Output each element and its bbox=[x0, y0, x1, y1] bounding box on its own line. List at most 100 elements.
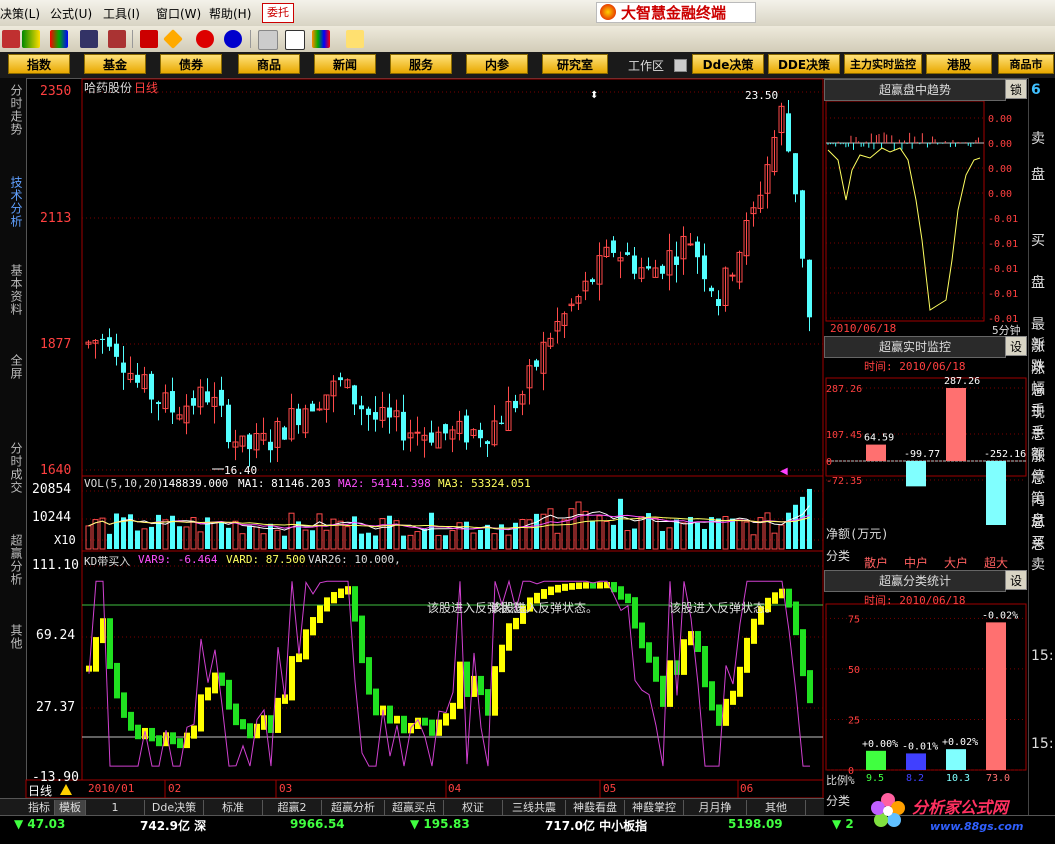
tab-template[interactable]: 模板 bbox=[55, 800, 86, 815]
tab-view-market[interactable]: 神鼗看盘 bbox=[566, 800, 625, 815]
volume-bar bbox=[107, 533, 112, 549]
tab-standard[interactable]: 标准 bbox=[204, 800, 263, 815]
candle-body bbox=[316, 408, 323, 411]
kd-bar bbox=[401, 715, 407, 734]
volume-bar bbox=[268, 523, 273, 549]
volume-bar bbox=[226, 527, 231, 549]
volume-bar bbox=[414, 531, 421, 550]
kd-bar bbox=[569, 583, 575, 590]
kd-bar bbox=[618, 586, 624, 600]
tab-one[interactable]: 1 bbox=[86, 800, 145, 815]
tab-other-bottom[interactable]: 其他 bbox=[747, 800, 806, 815]
volume-bar bbox=[736, 519, 743, 550]
kd-bar bbox=[422, 717, 428, 726]
tab-super-analysis-bottom[interactable]: 超赢分析 bbox=[322, 800, 385, 815]
volume-bar bbox=[282, 535, 287, 549]
volume-bar bbox=[778, 524, 785, 550]
volume-bar bbox=[302, 529, 309, 550]
indicator-header: KD带买入 bbox=[84, 555, 131, 568]
chart-period: 日线 bbox=[134, 81, 159, 95]
tab-monthly-earn[interactable]: 月月挣 bbox=[684, 800, 747, 815]
tab-control[interactable]: 神鼗掌控 bbox=[625, 800, 684, 815]
lock-button[interactable]: 锁 bbox=[1005, 79, 1027, 99]
candle-body bbox=[156, 402, 161, 404]
var9-value: VAR9: -6.464 bbox=[138, 553, 218, 566]
x-label-jun: 06 bbox=[740, 782, 754, 795]
vol-scale-label: X10 bbox=[54, 533, 76, 547]
net-amount-label: 净额(万元) bbox=[826, 527, 889, 541]
kd-bar bbox=[695, 631, 701, 652]
kd-bar bbox=[114, 662, 120, 699]
candle-body bbox=[611, 240, 616, 253]
candle-body bbox=[464, 415, 469, 443]
period-tab-daily[interactable]: 日线 bbox=[28, 782, 52, 799]
volume-bar bbox=[590, 520, 595, 549]
kd-bar bbox=[198, 694, 204, 732]
kd-bar bbox=[233, 703, 239, 726]
marker-glyph: ◀ bbox=[780, 466, 788, 477]
tab-super-buy-point[interactable]: 超赢买点 bbox=[385, 800, 444, 815]
tab-triple-resonance[interactable]: 三线共震 bbox=[503, 800, 566, 815]
category-label: 分类 bbox=[826, 549, 851, 563]
tab-warrant[interactable]: 权证 bbox=[444, 800, 503, 815]
volume-bar bbox=[716, 518, 721, 549]
candle-body bbox=[205, 391, 210, 403]
ratio-label: 比例% bbox=[826, 774, 855, 787]
candle-body bbox=[352, 385, 357, 405]
volume-bar bbox=[632, 528, 637, 549]
kd-bar bbox=[443, 713, 449, 726]
candle-body bbox=[485, 441, 490, 444]
tab-indicator[interactable]: 指标 bbox=[24, 800, 55, 815]
status-index-change: ▼ 47.03 bbox=[14, 817, 66, 831]
tab-dde-decision[interactable]: Dde决策 bbox=[145, 800, 204, 815]
vol-label-top: 20854 bbox=[32, 482, 72, 497]
volume-bar bbox=[743, 521, 750, 550]
formula-tab-bar: 指标 模板 1 Dde决策 标准 超赢2 超赢分析 超赢买点 权证 三线共震 神… bbox=[0, 798, 824, 816]
kd-bar bbox=[121, 692, 127, 718]
status-sz-index: 9966.54 bbox=[290, 817, 345, 831]
x-axis-frame bbox=[25, 779, 824, 799]
monitor-title: 超赢实时监控 bbox=[824, 336, 1006, 358]
candle-body bbox=[716, 299, 721, 306]
status-sz-change: ▼ 195.83 bbox=[410, 817, 470, 831]
volume-bar bbox=[373, 535, 378, 549]
kd-bar bbox=[289, 656, 295, 701]
kd-bar bbox=[499, 644, 505, 673]
volume-bar bbox=[310, 530, 315, 549]
stock-name: 哈药股份 bbox=[84, 81, 133, 95]
kd-bar bbox=[135, 724, 141, 740]
quote-buy-label-2: 盘 bbox=[1031, 275, 1045, 291]
volume-bar bbox=[141, 528, 148, 550]
kd-bar bbox=[800, 629, 806, 677]
kd-bar bbox=[639, 622, 645, 649]
volume-bar bbox=[800, 496, 805, 549]
period-arrow-icon[interactable] bbox=[60, 784, 72, 795]
kd-bar bbox=[751, 618, 757, 644]
kd-bar bbox=[317, 605, 323, 624]
vol-label-mid: 10244 bbox=[32, 510, 72, 525]
monitor-settings-button[interactable]: 设 bbox=[1005, 336, 1027, 356]
volume-bar bbox=[730, 518, 735, 549]
kd-bar bbox=[359, 615, 365, 664]
volume-value: 148839.000 bbox=[162, 477, 229, 490]
kd-bar bbox=[716, 704, 722, 726]
kd-bar bbox=[744, 637, 750, 673]
candle-body bbox=[373, 412, 378, 420]
candle-body bbox=[414, 431, 421, 434]
tab-super-win-2[interactable]: 超赢2 bbox=[263, 800, 322, 815]
kd-bar bbox=[219, 672, 225, 686]
stats-settings-button[interactable]: 设 bbox=[1005, 570, 1027, 590]
volume-bar bbox=[793, 504, 798, 549]
candle-body bbox=[107, 337, 112, 347]
candle-body bbox=[429, 432, 434, 443]
candle-body bbox=[114, 343, 119, 357]
volume-bar bbox=[575, 501, 582, 550]
low-price-label: 16.40 bbox=[224, 464, 258, 477]
status-sme-amount: 717.0亿 中小板指 bbox=[545, 819, 648, 833]
kd-bar bbox=[177, 738, 183, 749]
kd-bar bbox=[226, 679, 232, 710]
kd-bar bbox=[387, 705, 393, 724]
candle-body bbox=[282, 427, 287, 440]
kd-bar bbox=[807, 670, 813, 704]
kd-bar bbox=[632, 597, 638, 629]
